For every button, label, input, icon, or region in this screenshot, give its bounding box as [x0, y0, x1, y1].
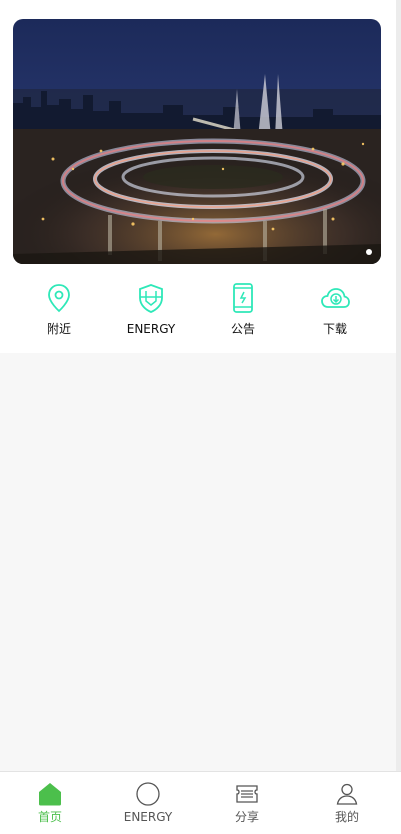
quick-link-energy[interactable]: ENERGY: [105, 282, 197, 342]
top-panel: 附近 ENERGY 公告 下载: [0, 0, 396, 353]
quick-links: 附近 ENERGY 公告 下载: [0, 282, 396, 342]
cloud-download-icon: [321, 288, 350, 308]
tab-share[interactable]: 分享: [197, 772, 297, 834]
tab-label: 首页: [37, 810, 62, 824]
bottom-tab-bar: 首页 ENERGY 分享 我的: [0, 771, 401, 834]
ticket-icon: [236, 785, 258, 803]
tab-home[interactable]: 首页: [0, 772, 100, 834]
shield-icon: [139, 284, 163, 313]
quick-link-download[interactable]: 下载: [289, 282, 381, 342]
phone-icon: [233, 283, 253, 313]
quick-link-label: 公告: [230, 322, 255, 336]
quick-link-label: ENERGY: [126, 322, 176, 336]
tab-mine[interactable]: 我的: [297, 772, 397, 834]
quick-link-label: 下载: [322, 322, 347, 336]
tab-energy[interactable]: ENERGY: [98, 772, 198, 834]
tab-label: 我的: [334, 810, 359, 824]
circle-icon: [136, 782, 160, 806]
banner-image: [13, 19, 381, 264]
user-icon: [336, 783, 358, 805]
banner-carousel[interactable]: [13, 19, 381, 264]
tab-label: 分享: [234, 810, 259, 824]
quick-link-label: 附近: [46, 322, 71, 336]
scrollbar-track[interactable]: [396, 0, 401, 772]
quick-link-nearby[interactable]: 附近: [13, 282, 105, 342]
carousel-indicator-dot[interactable]: [366, 249, 372, 255]
quick-link-announcement[interactable]: 公告: [197, 282, 289, 342]
location-pin-icon: [48, 284, 70, 313]
tab-label: ENERGY: [123, 810, 173, 824]
home-icon: [39, 783, 61, 806]
